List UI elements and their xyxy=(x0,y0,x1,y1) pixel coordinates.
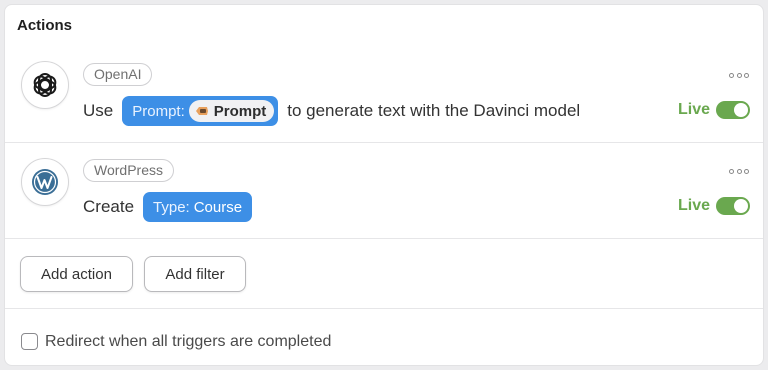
token-value-chip: Prompt xyxy=(188,100,275,122)
status-label: Live xyxy=(677,101,710,118)
add-filter-button[interactable]: Add filter xyxy=(144,256,246,292)
status-toggle-area[interactable]: Live xyxy=(678,197,750,215)
action-buttons: Add action Add filter xyxy=(5,239,763,309)
action-description: to generate text with the Davinci model xyxy=(287,101,581,120)
toggle-knob xyxy=(734,199,748,213)
action-row-openai[interactable]: OpenAI Use Prompt: Prompt to generate te… xyxy=(5,51,763,143)
action-verb: Use xyxy=(83,101,114,120)
type-token[interactable]: Type: Course xyxy=(143,192,253,222)
more-options-icon[interactable] xyxy=(729,71,749,79)
token-label: Type: xyxy=(153,198,190,216)
section-title: Actions xyxy=(17,17,73,34)
status-toggle-area[interactable]: Live xyxy=(678,101,750,119)
toggle-knob xyxy=(734,103,748,117)
openai-logo-icon xyxy=(21,61,69,109)
action-sentence: Create Type: Course xyxy=(83,191,253,223)
token-value: Prompt xyxy=(213,102,267,120)
token-value: Course xyxy=(193,198,243,216)
zapier-mini-icon xyxy=(195,105,209,117)
prompt-token[interactable]: Prompt: Prompt xyxy=(122,96,279,126)
action-verb: Create xyxy=(83,197,135,216)
live-toggle[interactable] xyxy=(716,197,750,215)
live-toggle[interactable] xyxy=(716,101,750,119)
status-label: Live xyxy=(677,197,710,214)
app-pill-wordpress: WordPress xyxy=(83,159,174,182)
actions-panel: Actions OpenAI Use Prompt: Prompt to gen… xyxy=(4,4,764,366)
action-sentence: Use Prompt: Prompt to generate text with… xyxy=(83,95,580,127)
more-options-icon[interactable] xyxy=(729,167,749,175)
app-pill-openai: OpenAI xyxy=(83,63,153,86)
redirect-checkbox[interactable] xyxy=(21,333,38,350)
action-row-wordpress[interactable]: WordPress Create Type: Course Live xyxy=(5,143,763,239)
wordpress-logo-icon xyxy=(21,158,69,206)
token-label: Prompt: xyxy=(132,102,185,120)
add-action-button[interactable]: Add action xyxy=(20,256,133,292)
redirect-option: Redirect when all triggers are completed xyxy=(5,309,763,365)
redirect-label[interactable]: Redirect when all triggers are completed xyxy=(45,333,331,351)
